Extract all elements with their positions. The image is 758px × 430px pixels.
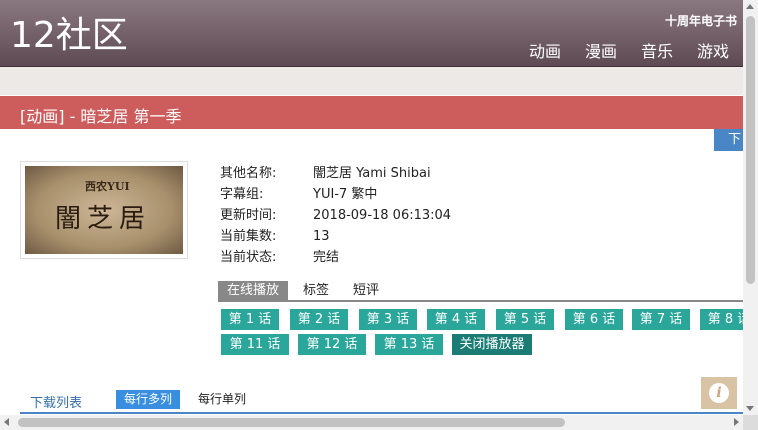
- vertical-scrollbar[interactable]: [743, 0, 758, 415]
- vertical-scroll-thumb[interactable]: [746, 16, 755, 284]
- episode-button[interactable]: 第 6 话: [565, 309, 623, 330]
- poster-image: 西农YUI 闇芝居: [20, 161, 188, 259]
- info-panel: 其他名称: 闇芝居 Yami Shibai 字幕组: YUI-7 繁中 更新时间…: [220, 163, 451, 268]
- nav-item-anime[interactable]: 动画: [529, 38, 561, 62]
- info-value: YUI-7 繁中: [313, 187, 378, 202]
- main-nav: 动画 漫画 音乐 游戏: [529, 38, 729, 62]
- page-title: [动画] - 暗芝居 第一季: [20, 107, 182, 126]
- detail-tabs: 在线播放 标签 短评: [218, 281, 743, 302]
- site-header: 12社区 十周年电子书 动画 漫画 音乐 游戏: [0, 0, 743, 67]
- page-title-bar: [动画] - 暗芝居 第一季: [0, 96, 743, 129]
- episode-button[interactable]: 第 5 话: [496, 309, 554, 330]
- poster-main-text: 闇芝居: [55, 204, 152, 234]
- scroll-down-arrow-icon[interactable]: [746, 406, 754, 411]
- episode-button[interactable]: 第 13 话: [375, 334, 443, 355]
- site-logo[interactable]: 12社区: [10, 14, 128, 58]
- poster-artwork: 西农YUI 闇芝居: [25, 166, 183, 254]
- info-value: 完结: [313, 250, 340, 265]
- info-key: 其他名称:: [220, 166, 277, 181]
- episode-button[interactable]: 第 12 话: [298, 334, 366, 355]
- close-player-button[interactable]: 关闭播放器: [452, 334, 532, 355]
- tab-short-reviews[interactable]: 短评: [344, 281, 388, 300]
- episode-button[interactable]: 第 1 话: [221, 309, 279, 330]
- nav-item-manga[interactable]: 漫画: [585, 38, 617, 62]
- horizontal-scroll-thumb[interactable]: [18, 418, 565, 427]
- episode-button[interactable]: 第 2 话: [290, 309, 348, 330]
- scrollbar-corner: [743, 415, 758, 430]
- episode-button[interactable]: 第 8 话: [700, 309, 743, 330]
- scroll-left-arrow-icon[interactable]: [4, 418, 9, 426]
- mode-single-column-button[interactable]: 每行单列: [198, 390, 246, 409]
- sub-bar: [0, 67, 743, 95]
- info-row-subtitle-group: 字幕组: YUI-7 繁中: [220, 184, 451, 205]
- info-key: 当前集数:: [220, 229, 277, 244]
- info-row-update-time: 更新时间: 2018-09-18 06:13:04: [220, 205, 451, 226]
- info-value: 2018-09-18 06:13:04: [313, 208, 452, 223]
- download-list-title: 下载列表: [30, 396, 83, 411]
- info-row-status: 当前状态: 完结: [220, 247, 451, 268]
- poster-sub-text: 西农YUI: [85, 180, 130, 193]
- episode-button[interactable]: 第 7 话: [632, 309, 690, 330]
- info-row-episode-count: 当前集数: 13: [220, 226, 451, 247]
- tab-tags[interactable]: 标签: [294, 281, 338, 300]
- horizontal-scrollbar[interactable]: [0, 415, 743, 430]
- nav-item-music[interactable]: 音乐: [641, 38, 673, 62]
- anniversary-ebook-link[interactable]: 十周年电子书: [665, 12, 737, 29]
- nav-item-games[interactable]: 游戏: [697, 38, 729, 62]
- info-key: 更新时间:: [220, 208, 277, 223]
- info-row-other-names: 其他名称: 闇芝居 Yami Shibai: [220, 163, 451, 184]
- info-value: 闇芝居 Yami Shibai: [313, 166, 431, 181]
- tab-online-play[interactable]: 在线播放: [218, 281, 289, 300]
- download-tab[interactable]: 下: [714, 129, 743, 151]
- episode-button[interactable]: 第 4 话: [427, 309, 485, 330]
- info-value: 13: [313, 229, 330, 244]
- episode-button[interactable]: 第 11 话: [221, 334, 289, 355]
- info-icon: i: [709, 383, 729, 403]
- download-list-header: 下载列表 每行多列 每行单列: [20, 390, 743, 414]
- scroll-right-arrow-icon[interactable]: [734, 418, 739, 426]
- scroll-up-arrow-icon[interactable]: [746, 4, 754, 9]
- mode-multi-column-button[interactable]: 每行多列: [116, 390, 181, 409]
- episode-button[interactable]: 第 3 话: [359, 309, 417, 330]
- episode-list: 第 1 话 第 2 话 第 3 话 第 4 话 第 5 话 第 6 话 第 7 …: [221, 309, 743, 357]
- info-key: 当前状态:: [220, 250, 277, 265]
- info-key: 字幕组:: [220, 187, 264, 202]
- info-button[interactable]: i: [701, 377, 737, 409]
